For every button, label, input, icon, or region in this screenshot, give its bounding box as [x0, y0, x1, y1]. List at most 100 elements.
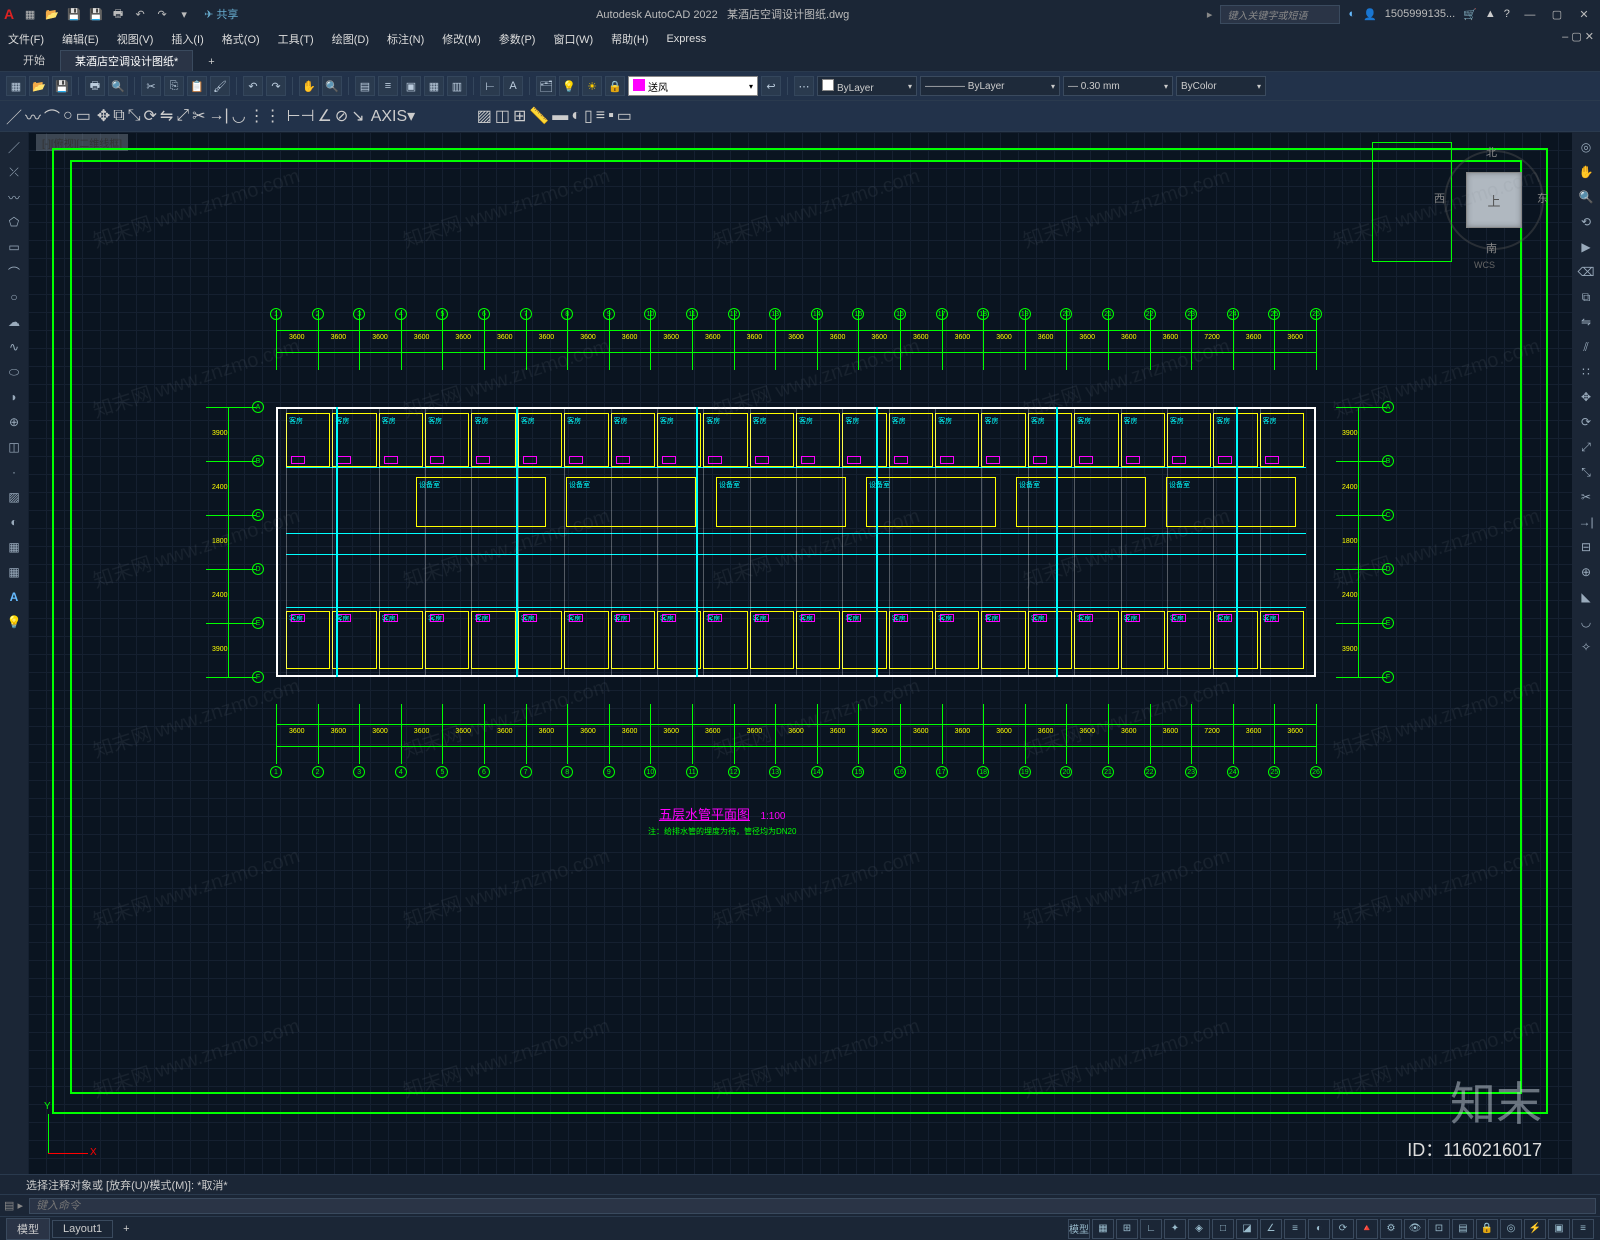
qat-redo-icon[interactable]: ↷ — [154, 6, 170, 22]
tool-spline-icon[interactable]: ∿ — [3, 336, 25, 358]
circle-icon[interactable]: ○ — [63, 107, 73, 125]
rotate-icon[interactable]: ⟳ — [144, 106, 157, 126]
viewcube-south[interactable]: 南 — [1486, 240, 1497, 256]
menu-help[interactable]: 帮助(H) — [611, 31, 648, 47]
nav-orbit-icon[interactable]: ⟲ — [1575, 211, 1597, 233]
viewcube-face[interactable]: 上 — [1466, 172, 1522, 228]
mirror-icon[interactable]: ⇋ — [160, 106, 173, 126]
mod-erase-icon[interactable]: ⌫ — [1575, 261, 1597, 283]
menu-window[interactable]: 窗口(W) — [553, 31, 593, 47]
mod-mirror-icon[interactable]: ⇋ — [1575, 311, 1597, 333]
wall-icon[interactable]: ▬ — [552, 107, 568, 125]
share-button[interactable]: ✈ 共享 — [204, 6, 238, 22]
layout-tab-model[interactable]: 模型 — [6, 1218, 50, 1240]
status-transparency-icon[interactable]: ◐ — [1308, 1219, 1330, 1239]
tool-line-icon[interactable]: ／ — [3, 136, 25, 158]
mod-move-icon[interactable]: ✥ — [1575, 386, 1597, 408]
mod-offset-icon[interactable]: ⫽ — [1575, 336, 1597, 358]
status-iso-icon[interactable]: ◈ — [1188, 1219, 1210, 1239]
status-3dosnap-icon[interactable]: ◪ — [1236, 1219, 1258, 1239]
signin-icon[interactable]: ◐ — [1348, 8, 1355, 20]
status-osnap-icon[interactable]: □ — [1212, 1219, 1234, 1239]
menu-tools[interactable]: 工具(T) — [278, 31, 314, 47]
new-icon[interactable]: ▦ — [6, 76, 26, 96]
mod-trim-icon[interactable]: ✂ — [1575, 486, 1597, 508]
tool-revcloud-icon[interactable]: ☁ — [3, 311, 25, 333]
extend-icon[interactable]: →| — [209, 107, 229, 125]
nav-wheel-icon[interactable]: ◎ — [1575, 136, 1597, 158]
tool-block-icon[interactable]: ◫ — [3, 436, 25, 458]
tool-mtext-icon[interactable]: A — [3, 586, 25, 608]
maximize-button[interactable]: ▢ — [1545, 8, 1569, 21]
status-lwt-icon[interactable]: ≡ — [1284, 1219, 1306, 1239]
cmdline-handle-icon[interactable]: ▤ ▸ — [4, 1199, 23, 1212]
mod-fillet-icon[interactable]: ◡ — [1575, 611, 1597, 633]
layers-icon[interactable]: ▤ — [355, 76, 375, 96]
tab-add[interactable]: + — [193, 53, 229, 71]
tool-arc-icon[interactable]: ⌒ — [3, 261, 25, 283]
layer-on-icon[interactable]: 💡 — [559, 76, 579, 96]
search-input[interactable]: 键入关键字或短语 — [1220, 5, 1340, 24]
status-grid-icon[interactable]: ▦ — [1092, 1219, 1114, 1239]
close-button[interactable]: ✕ — [1572, 8, 1596, 21]
mod-explode-icon[interactable]: ✧ — [1575, 636, 1597, 658]
leader-icon[interactable]: ↘ — [351, 106, 364, 126]
user-label[interactable]: 1505999135... — [1385, 8, 1455, 20]
status-units-icon[interactable]: ⊡ — [1428, 1219, 1450, 1239]
rect-icon[interactable]: ▭ — [76, 106, 91, 126]
layer-lock-icon[interactable]: 🔒 — [605, 76, 625, 96]
door-icon[interactable]: ◐ — [571, 107, 581, 125]
help-icon[interactable]: ? — [1504, 8, 1510, 20]
app-menu-icon[interactable]: ▲ — [1485, 8, 1496, 20]
props-icon[interactable]: ≡ — [378, 76, 398, 96]
minimize-button[interactable]: — — [1518, 9, 1542, 21]
qat-undo-icon[interactable]: ↶ — [132, 6, 148, 22]
beam-icon[interactable]: ▭ — [617, 106, 632, 126]
tool-gradient-icon[interactable]: ◐ — [3, 511, 25, 533]
tool-rect-icon[interactable]: ▭ — [3, 236, 25, 258]
color-dropdown[interactable]: ByColor▾ — [1176, 76, 1266, 96]
dimang-icon[interactable]: ∠ — [318, 106, 332, 126]
viewcube-east[interactable]: 东 — [1537, 190, 1548, 206]
status-otrack-icon[interactable]: ∠ — [1260, 1219, 1282, 1239]
dimrad-icon[interactable]: ⊘ — [335, 106, 348, 126]
sheet-icon[interactable]: ▥ — [447, 76, 467, 96]
stretch-icon[interactable]: ⤡ — [128, 107, 141, 125]
layer-mgr-icon[interactable]: 🗂 — [536, 76, 556, 96]
mod-copy-icon[interactable]: ⧉ — [1575, 286, 1597, 308]
status-annoscale-icon[interactable]: 🔺 — [1356, 1219, 1378, 1239]
status-cleanscreen-icon[interactable]: ▣ — [1548, 1219, 1570, 1239]
blocks-icon[interactable]: ▣ — [401, 76, 421, 96]
cart-icon[interactable]: 🛒 — [1463, 8, 1477, 21]
viewcube-north[interactable]: 北 — [1486, 144, 1497, 160]
menu-modify[interactable]: 修改(M) — [442, 31, 481, 47]
viewcube[interactable]: 北 南 东 西 上 WCS — [1434, 144, 1554, 264]
status-polar-icon[interactable]: ✦ — [1164, 1219, 1186, 1239]
save-icon[interactable]: 💾 — [52, 76, 72, 96]
tool-xline-icon[interactable]: ⤫ — [3, 161, 25, 183]
pan-icon[interactable]: ✋ — [299, 76, 319, 96]
status-annomon-icon[interactable]: 👁 — [1404, 1219, 1426, 1239]
status-customize-icon[interactable]: ≡ — [1572, 1219, 1594, 1239]
drawing-canvas[interactable]: [-][俯视][二维线框] 北 南 东 西 上 WCS 136002360033… — [28, 132, 1572, 1174]
tool-insert-icon[interactable]: ⊕ — [3, 411, 25, 433]
undo2-icon[interactable]: ↶ — [243, 76, 263, 96]
tab-file[interactable]: 某酒店空调设计图纸* — [60, 50, 193, 71]
qat-new-icon[interactable]: ▦ — [22, 6, 38, 22]
axis-dropdown[interactable]: AXIS▾ — [371, 106, 471, 126]
layout-add-button[interactable]: + — [115, 1221, 137, 1237]
menu-express[interactable]: Express — [666, 33, 706, 45]
tool-hatch-icon[interactable]: ▨ — [3, 486, 25, 508]
block-icon[interactable]: ◫ — [495, 106, 510, 126]
copy2-icon[interactable]: ⧉ — [113, 107, 124, 125]
array-icon[interactable]: ⋮⋮ — [249, 106, 281, 126]
status-quickprops-icon[interactable]: ▤ — [1452, 1219, 1474, 1239]
line-icon[interactable]: ／ — [6, 104, 22, 128]
text-icon[interactable]: A — [503, 76, 523, 96]
match-icon[interactable]: 🖌 — [210, 76, 230, 96]
nav-zoom-icon[interactable]: 🔍 — [1575, 186, 1597, 208]
open-icon[interactable]: 📂 — [29, 76, 49, 96]
tool-ellarc-icon[interactable]: ◗ — [3, 386, 25, 408]
mod-chamfer-icon[interactable]: ◣ — [1575, 586, 1597, 608]
menu-file[interactable]: 文件(F) — [8, 31, 44, 47]
